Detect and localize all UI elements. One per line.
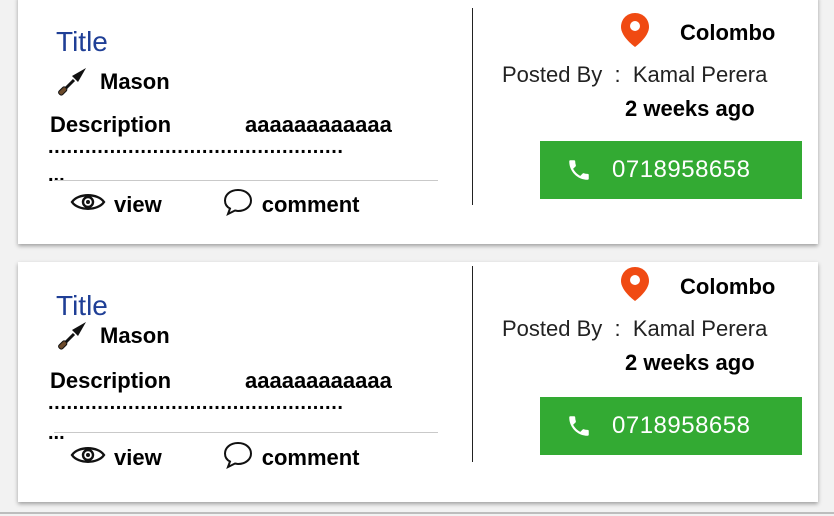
call-button[interactable]: 0718958658 [540, 397, 802, 455]
column-divider [472, 266, 473, 462]
listing-title[interactable]: Title [56, 290, 108, 322]
description-continuation: ........................................… [48, 136, 344, 158]
description-ellipsis: ... [48, 422, 65, 444]
divider [54, 180, 438, 181]
trowel-icon [56, 66, 88, 98]
map-pin-icon [620, 12, 650, 53]
divider [54, 432, 438, 433]
description-value: aaaaaaaaaaaa [245, 112, 392, 137]
location-label: Colombo [680, 273, 776, 299]
trade-row: Mason [56, 66, 170, 98]
phone-icon [566, 413, 592, 439]
comment-bubble-icon [222, 440, 254, 475]
view-button[interactable]: view [70, 443, 162, 472]
eye-icon [70, 190, 106, 219]
comment-button[interactable]: comment [222, 187, 360, 222]
phone-number: 0718958658 [612, 156, 751, 183]
location-label: Colombo [680, 19, 776, 45]
description-value: aaaaaaaaaaaa [245, 368, 392, 393]
description-label: Description [50, 112, 172, 137]
trade-label: Mason [100, 69, 170, 94]
description-row: Description aaaaaaaaaaaa [50, 368, 430, 394]
description-label: Description [50, 368, 172, 393]
comment-label: comment [261, 444, 360, 470]
listing-card[interactable]: Title Mason Description aaaaaaaaaaaa ....… [18, 262, 818, 502]
phone-number: 0718958658 [612, 412, 751, 439]
description-row: Description aaaaaaaaaaaa [50, 112, 430, 138]
action-bar: view comment [70, 440, 360, 475]
listing-title[interactable]: Title [56, 26, 108, 58]
column-divider [472, 8, 473, 205]
comment-button[interactable]: comment [222, 440, 360, 475]
location-row: Colombo [620, 12, 775, 53]
list-bottom-border [0, 512, 834, 514]
phone-icon [566, 157, 592, 183]
time-ago: 2 weeks ago [625, 350, 755, 375]
trowel-icon [56, 320, 88, 352]
listing-card[interactable]: Title Mason Description aaaaaaaaaaaa ....… [18, 0, 818, 244]
view-label: view [114, 444, 162, 470]
comment-label: comment [261, 191, 360, 217]
map-pin-icon [620, 266, 650, 307]
posted-by: Posted By : Kamal Perera [502, 316, 768, 341]
posted-by: Posted By : Kamal Perera [502, 62, 768, 87]
description-continuation: ........................................… [48, 392, 344, 414]
comment-bubble-icon [222, 187, 254, 222]
trade-row: Mason [56, 320, 170, 352]
eye-icon [70, 443, 106, 472]
time-ago: 2 weeks ago [625, 96, 755, 121]
view-button[interactable]: view [70, 190, 162, 219]
trade-label: Mason [100, 323, 170, 348]
location-row: Colombo [620, 266, 775, 307]
description-ellipsis: ... [48, 164, 65, 186]
view-label: view [114, 191, 162, 217]
action-bar: view comment [70, 187, 360, 222]
call-button[interactable]: 0718958658 [540, 141, 802, 199]
